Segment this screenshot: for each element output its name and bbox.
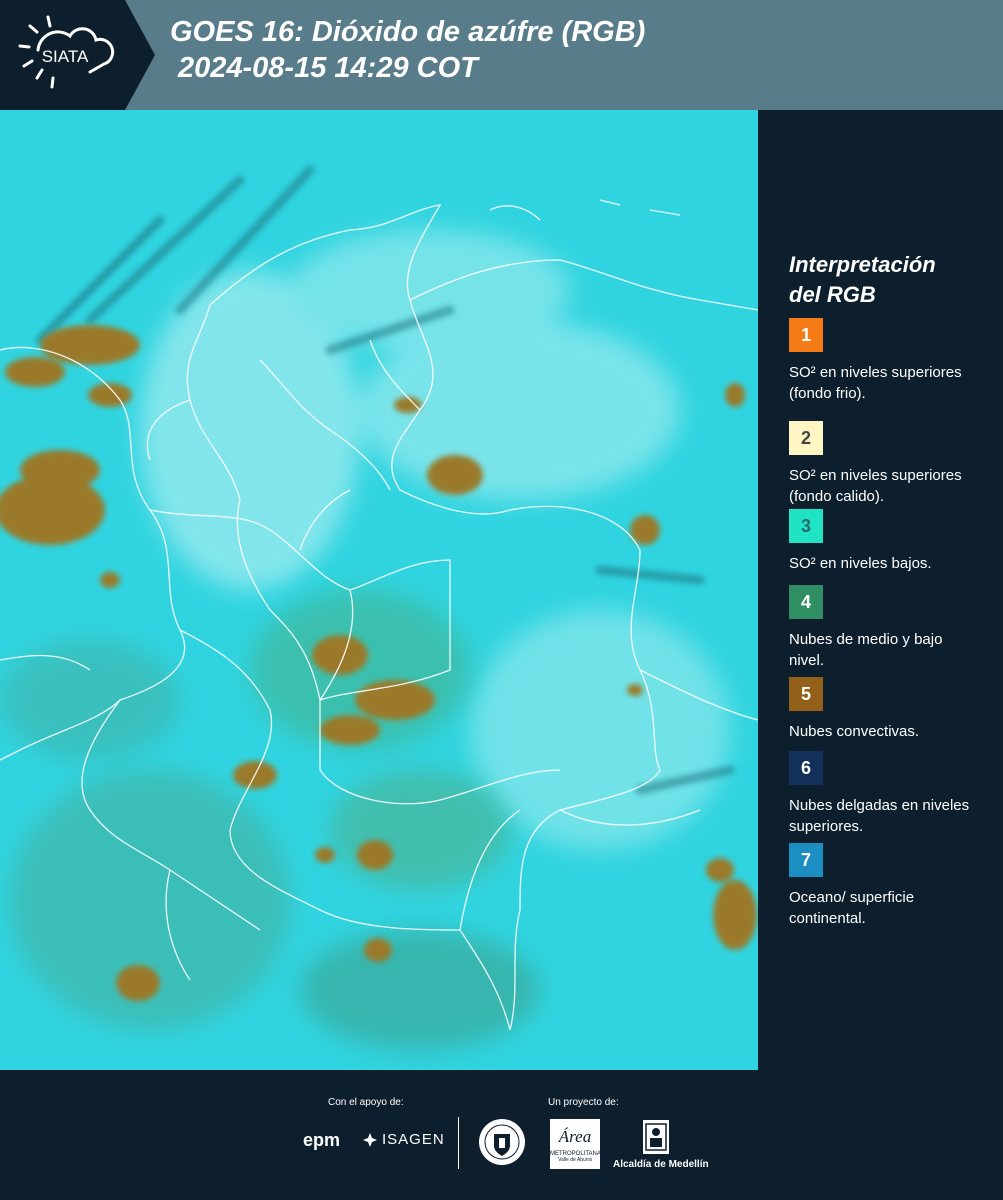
legend-swatch: 5 [789,677,823,711]
legend-label: SO² en niveles bajos. [789,555,932,572]
rgb-legend: Interpretación del RGB [789,250,989,310]
isagen-text: ISAGEN [382,1131,445,1148]
page-title: GOES 16: Dióxido de azúfre (RGB) 2024-08… [170,14,645,86]
support-label: Con el apoyo de: [328,1097,404,1108]
legend-item-1: 1 SO² en niveles superiores (fondo frio). [789,318,989,404]
footer-separator [458,1117,459,1169]
siata-logo-block: SIATA [0,0,155,110]
legend-label: SO² en niveles superiores (fondo frio). [789,364,962,402]
alcaldia-shield-icon [641,1118,671,1161]
legend-swatch: 2 [789,421,823,455]
legend-label: Nubes delgadas en niveles superiores. [789,797,970,835]
legend-title: Interpretación del RGB [789,250,989,310]
legend-swatch: 7 [789,843,823,877]
legend-item-7: 7 Oceano/ superficie continental. [789,843,989,929]
isagen-mark-icon [363,1132,377,1147]
area-metropolitana-logo: Área METROPOLITANA Valle de Aburrá [550,1119,601,1169]
title-line-2: 2024-08-15 14:29 COT [178,52,478,84]
legend-item-4: 4 Nubes de medio y bajo nivel. [789,585,989,671]
legend-title-line-2: del RGB [789,282,876,307]
area-logo-text: Área [558,1127,592,1146]
legend-label: Nubes convectivas. [789,723,920,740]
map-right-border [758,110,762,1070]
legend-item-2: 2 SO² en niveles superiores (fondo calido… [789,421,989,507]
isagen-logo: ISAGEN [362,1131,445,1148]
legend-swatch: 4 [789,585,823,619]
legend-label: SO² en niveles superiores (fondo calido)… [789,467,962,505]
epm-logo: epm [303,1130,341,1150]
legend-item-5: 5 Nubes convectivas. [789,677,989,742]
legend-swatch: 6 [789,751,823,785]
legend-item-6: 6 Nubes delgadas en niveles superiores. [789,751,989,837]
siata-logo-text: SIATA [42,47,89,66]
header-bar: SIATA GOES 16: Dióxido de azúfre (RGB) 2… [0,0,1003,110]
medellin-seal-logo [478,1118,526,1171]
project-label: Un proyecto de: [548,1097,619,1108]
satellite-map [0,110,758,1070]
legend-item-3: 3 SO² en niveles bajos. [789,509,989,574]
area-logo-sub2: Valle de Aburrá [558,1157,592,1163]
legend-swatch: 3 [789,509,823,543]
legend-swatch: 1 [789,318,823,352]
legend-title-line-1: Interpretación [789,252,936,277]
legend-label: Oceano/ superficie continental. [789,889,915,927]
legend-label: Nubes de medio y bajo nivel. [789,631,943,669]
title-line-1: GOES 16: Dióxido de azúfre (RGB) [170,16,646,48]
alcaldia-text: Alcaldía de Medellín [613,1159,709,1170]
